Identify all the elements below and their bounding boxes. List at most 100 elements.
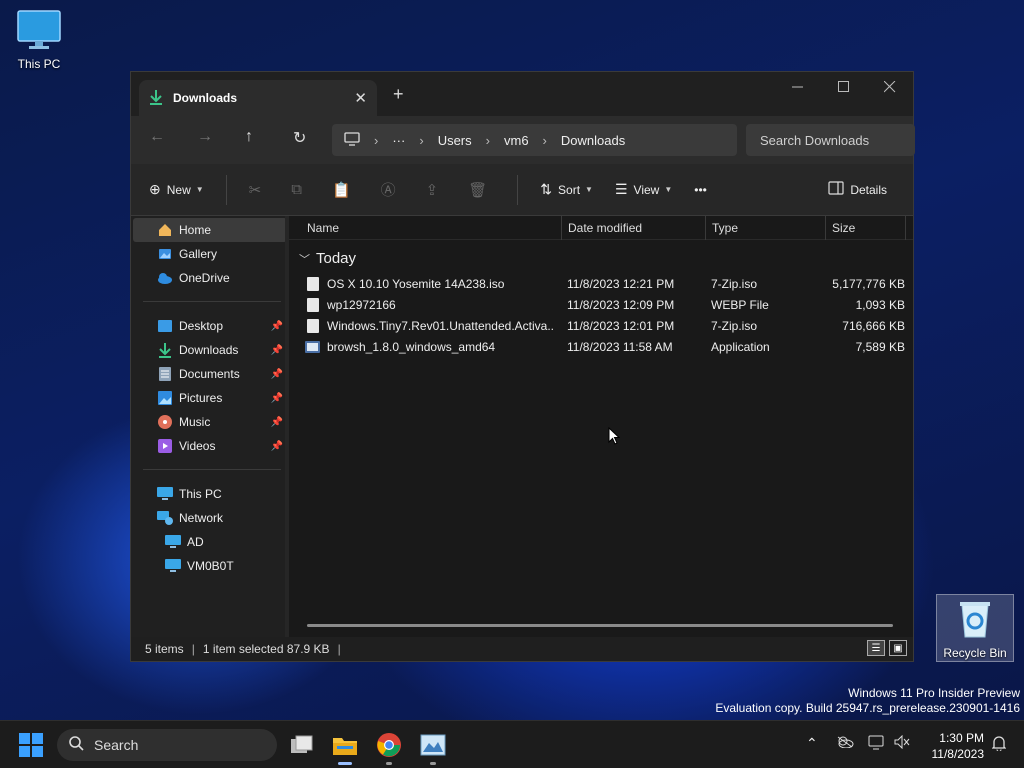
sidebar-item-desktop[interactable]: Desktop 📌 [131, 314, 289, 338]
sidebar-item-music[interactable]: Music 📌 [131, 410, 289, 434]
column-divider[interactable] [825, 216, 826, 240]
group-header-today[interactable]: ﹀ Today [299, 250, 356, 267]
column-date[interactable]: Date modified [568, 221, 642, 235]
sidebar-item-downloads[interactable]: Downloads 📌 [131, 338, 289, 362]
tiles-view-icon[interactable]: ▣ [889, 640, 907, 656]
sidebar-item-videos[interactable]: Videos 📌 [131, 434, 289, 458]
back-arrow-icon[interactable]: ← [149, 128, 165, 146]
divider [143, 301, 281, 302]
taskbar: Search ⌃ 1:30 PM 11/8/2023 [0, 720, 1024, 768]
delete-icon[interactable]: 🗑 [468, 181, 487, 199]
notification-bell-icon[interactable] [991, 735, 1007, 754]
file-row[interactable]: Windows.Tiny7.Rev01.Unattended.Activa...… [303, 316, 905, 337]
column-divider[interactable] [905, 216, 906, 240]
pin-icon: 📌 [270, 344, 283, 356]
task-view-button[interactable] [286, 729, 318, 761]
watermark-line2: Evaluation copy. Build 25947.rs_prerelea… [715, 701, 1020, 715]
sidebar-item-vm0b0t[interactable]: VM0B0T [131, 554, 289, 578]
search-input[interactable]: Search Downloads [746, 124, 915, 156]
file-row[interactable]: OS X 10.10 Yosemite 14A238.iso 11/8/2023… [303, 274, 905, 295]
file-type: 7-Zip.iso [711, 319, 758, 333]
details-view-icon[interactable]: ☰ [867, 640, 885, 656]
status-divider: | [191, 642, 195, 656]
sidebar-item-ad[interactable]: AD [131, 530, 289, 554]
close-tab-icon[interactable]: ✕ [354, 89, 367, 107]
file-row[interactable]: browsh_1.8.0_windows_amd64 11/8/2023 11:… [303, 337, 905, 358]
breadcrumb-users[interactable]: Users [438, 133, 472, 148]
new-tab-button[interactable]: + [393, 84, 404, 105]
running-indicator [430, 762, 436, 765]
computer-icon[interactable] [344, 131, 360, 149]
clock-date: 11/8/2023 [931, 747, 985, 761]
share-icon[interactable]: ⇪ [426, 181, 439, 199]
close-window-icon[interactable] [867, 72, 913, 102]
column-name[interactable]: Name [307, 221, 339, 235]
sort-button[interactable]: ⇅ Sort ▼ [540, 181, 593, 198]
sidebar-item-documents[interactable]: Documents 📌 [131, 362, 289, 386]
explorer-body: Home Gallery OneDrive Desktop 📌 Download… [131, 216, 913, 637]
chrome-taskbar-button[interactable] [373, 729, 405, 765]
file-type: WEBP File [711, 298, 769, 312]
details-button[interactable]: Details [828, 181, 887, 198]
onedrive-tray-icon[interactable] [836, 735, 854, 751]
minimize-icon[interactable] [775, 72, 821, 102]
desktop-recycle-bin[interactable]: Recycle Bin [936, 594, 1014, 662]
column-divider[interactable] [705, 216, 706, 240]
file-date: 11/8/2023 12:21 PM [567, 277, 675, 291]
breadcrumb-vm6[interactable]: vm6 [504, 133, 529, 148]
image-viewer-taskbar-button[interactable] [417, 729, 449, 765]
desktop-this-pc[interactable]: This PC [4, 10, 74, 71]
item-count: 5 items [145, 642, 184, 656]
chevron-up-icon[interactable]: ⌃ [806, 735, 818, 752]
start-button[interactable] [19, 733, 43, 757]
sidebar-item-this-pc[interactable]: This PC [131, 482, 289, 506]
file-explorer-taskbar-button[interactable] [329, 729, 361, 765]
sidebar-item-network[interactable]: Network [131, 506, 289, 530]
sidebar-item-label: Videos [179, 439, 216, 453]
details-label: Details [850, 182, 887, 197]
new-button[interactable]: ⊕ New ▼ [149, 181, 204, 198]
breadcrumb[interactable]: › ··· › Users › vm6 › Downloads [332, 124, 737, 156]
cut-icon[interactable]: ✂ [249, 181, 262, 199]
column-type[interactable]: Type [712, 221, 738, 235]
view-button[interactable]: ☰ View ▼ [615, 181, 672, 198]
taskbar-search-label: Search [94, 737, 139, 753]
pin-icon: 📌 [270, 440, 283, 452]
sidebar-item-home[interactable]: Home [133, 218, 287, 242]
chevron-right-icon: › [485, 132, 490, 148]
maximize-icon[interactable] [821, 72, 867, 102]
more-options-button[interactable]: ••• [694, 183, 707, 197]
title-bar: Downloads ✕ + [131, 72, 913, 116]
file-date: 11/8/2023 12:09 PM [567, 298, 675, 312]
chevron-down-icon: ▼ [664, 185, 673, 194]
network-tray-icon[interactable] [868, 735, 886, 754]
column-size[interactable]: Size [832, 221, 855, 235]
sidebar-item-pictures[interactable]: Pictures 📌 [131, 386, 289, 410]
horizontal-scrollbar[interactable] [307, 624, 893, 627]
paste-icon[interactable]: 📋 [332, 181, 351, 199]
copy-icon[interactable]: ⧉ [291, 181, 302, 198]
view-label: View [633, 182, 660, 197]
sidebar-item-onedrive[interactable]: OneDrive [131, 266, 289, 290]
pin-icon: 📌 [270, 392, 283, 404]
desktop-recycle-bin-label: Recycle Bin [943, 646, 1007, 660]
taskbar-search[interactable]: Search [57, 729, 277, 761]
tab-downloads[interactable]: Downloads ✕ [139, 80, 377, 116]
sidebar-item-label: Network [179, 511, 224, 525]
command-bar: ⊕ New ▼ ✂ ⧉ 📋 Ⓐ ⇪ 🗑 ⇅ Sort ▼ ☰ View ▼ ••… [131, 164, 913, 216]
volume-muted-icon[interactable] [894, 734, 910, 752]
file-type: Application [711, 340, 770, 354]
sidebar-item-label: OneDrive [179, 271, 230, 285]
refresh-icon[interactable]: ↻ [293, 128, 306, 148]
up-arrow-icon[interactable]: ↑ [245, 128, 253, 146]
column-divider[interactable] [561, 216, 562, 240]
breadcrumb-downloads[interactable]: Downloads [561, 133, 625, 148]
mouse-cursor-icon [608, 426, 621, 448]
ellipsis-icon[interactable]: ··· [392, 133, 405, 148]
forward-arrow-icon[interactable]: → [197, 128, 213, 146]
sidebar-item-gallery[interactable]: Gallery [131, 242, 289, 266]
rename-icon[interactable]: Ⓐ [381, 179, 396, 200]
system-clock[interactable]: 1:30 PM 11/8/2023 [932, 730, 985, 762]
file-size: 1,093 KB [855, 298, 905, 312]
file-row[interactable]: wp12972166 11/8/2023 12:09 PM WEBP File … [303, 295, 905, 316]
